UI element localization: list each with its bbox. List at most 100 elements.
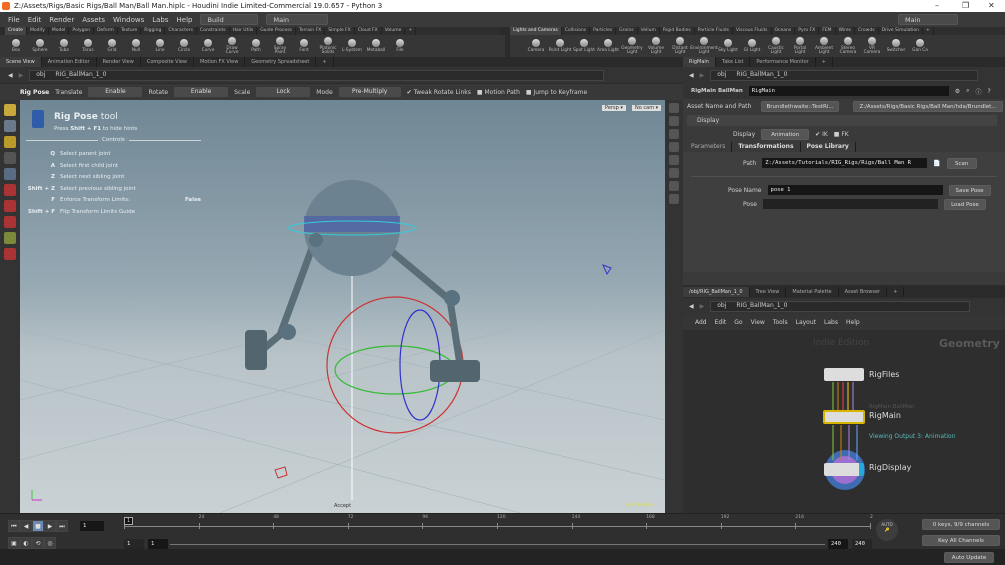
display-option-icon[interactable] bbox=[669, 116, 679, 126]
range-start-field[interactable]: 1 bbox=[124, 539, 144, 549]
menu-help[interactable]: Help bbox=[177, 16, 193, 24]
load-pose-button[interactable]: Load Pose bbox=[943, 198, 986, 210]
shelf-tab-modify[interactable]: Modify bbox=[27, 27, 49, 35]
scale-select[interactable]: Lock bbox=[256, 87, 311, 97]
shelf-tool-volume-light[interactable]: Volume Light bbox=[644, 36, 668, 56]
shelf-tool-tube[interactable]: Tube bbox=[52, 38, 76, 54]
shelf-tool-area-light[interactable]: Area Light bbox=[596, 38, 620, 54]
keys-channels-select[interactable]: 0 keys, 9/9 channels bbox=[922, 519, 1000, 530]
step-back-button[interactable]: ◀ bbox=[20, 520, 32, 532]
network-tab-plus[interactable]: + bbox=[887, 287, 905, 297]
shelf-tool-spray-paint[interactable]: Spray Paint bbox=[268, 36, 292, 56]
network-menu-item-go[interactable]: Go bbox=[734, 319, 742, 326]
network-menu-item-edit[interactable]: Edit bbox=[715, 319, 727, 326]
playback-end-field[interactable]: 240 bbox=[828, 539, 848, 549]
path-field[interactable]: obj RIG_BallMan_1_0 bbox=[710, 69, 979, 81]
forward-arrow-icon[interactable]: ▶ bbox=[19, 72, 24, 79]
lock-icon[interactable] bbox=[4, 168, 16, 180]
shelf-tool-circle[interactable]: Circle bbox=[172, 38, 196, 54]
shelf-tab-hair-utils[interactable]: Hair Utils bbox=[230, 27, 258, 35]
shelf-tool-spot-light[interactable]: Spot Light bbox=[572, 38, 596, 54]
back-arrow-icon[interactable]: ◀ bbox=[8, 72, 13, 79]
help-icon[interactable]: ? bbox=[988, 88, 991, 95]
range-slider[interactable] bbox=[170, 544, 825, 545]
shelf-tab-model[interactable]: Model bbox=[49, 27, 70, 35]
loop-icon[interactable]: ⟲ bbox=[32, 537, 44, 549]
close-button[interactable]: ✕ bbox=[988, 0, 995, 12]
menu-file[interactable]: File bbox=[8, 16, 20, 24]
shelf-tab-terrain-fx[interactable]: Terrain FX bbox=[296, 27, 326, 35]
network-tab-obj-rig-ballman-1-0[interactable]: /obj/RIG_BallMan_1_0 bbox=[683, 287, 750, 297]
shelf-tab-vellum[interactable]: Vellum bbox=[638, 27, 660, 35]
shelf-tab-texture[interactable]: Texture bbox=[118, 27, 142, 35]
shelf-tool-path[interactable]: Path bbox=[244, 38, 268, 54]
shelf-tool-grid[interactable]: Grid bbox=[100, 38, 124, 54]
shelf-tab-characters[interactable]: Characters bbox=[165, 27, 197, 35]
desktop-select[interactable]: Build bbox=[200, 14, 259, 25]
rotate-select[interactable]: Enable bbox=[174, 87, 229, 97]
shelf-tool-vr-camera[interactable]: VR Camera bbox=[860, 36, 884, 56]
network-menu-item-help[interactable]: Help bbox=[846, 319, 860, 326]
path-root[interactable]: obj bbox=[717, 70, 726, 80]
auto-update-select[interactable]: Auto Update bbox=[944, 552, 994, 563]
node-name-field[interactable]: RigMain bbox=[748, 86, 949, 96]
rotate-icon[interactable] bbox=[4, 200, 16, 212]
frame-indicator[interactable]: 1 bbox=[124, 517, 134, 525]
display-option-icon[interactable] bbox=[669, 103, 679, 113]
shelf-tab-wires[interactable]: Wires bbox=[836, 27, 856, 35]
shelf-tool-font[interactable]: Font bbox=[292, 38, 316, 54]
gear-icon[interactable]: ⚙ bbox=[955, 88, 960, 95]
network-tab-material-palette[interactable]: Material Palette bbox=[786, 287, 839, 297]
realtime-icon[interactable]: ▣ bbox=[8, 537, 20, 549]
fk-checkbox[interactable]: ■ FK bbox=[834, 131, 849, 138]
joint[interactable] bbox=[309, 233, 323, 247]
node-rigmain[interactable] bbox=[823, 410, 865, 424]
settings-icon[interactable]: ◎ bbox=[44, 537, 56, 549]
motion-path-checkbox[interactable]: ■ Motion Path bbox=[477, 89, 520, 96]
forward-arrow-icon[interactable]: ▶ bbox=[700, 303, 705, 310]
shelf-tab-grains[interactable]: Grains bbox=[616, 27, 638, 35]
tab-pose-library[interactable]: Pose Library bbox=[800, 142, 856, 152]
shelf-tab-plus[interactable]: + bbox=[923, 27, 934, 35]
pane-tab-geometry-spreadsheet[interactable]: Geometry Spreadsheet bbox=[245, 57, 317, 67]
shelf-tool-curve[interactable]: Curve bbox=[196, 38, 220, 54]
magnet-icon[interactable] bbox=[4, 248, 16, 260]
network-tab-tree-view[interactable]: Tree View bbox=[750, 287, 787, 297]
shelf-tab-rigid-bodies[interactable]: Rigid Bodies bbox=[660, 27, 695, 35]
shelf-tool-portal-light[interactable]: Portal Light bbox=[788, 36, 812, 56]
network-menu-item-add[interactable]: Add bbox=[695, 319, 707, 326]
display-select[interactable]: Animation bbox=[761, 128, 810, 140]
shelf-tab-cloud-fx[interactable]: Cloud FX bbox=[355, 27, 382, 35]
scan-button[interactable]: Scan bbox=[946, 157, 977, 169]
pane-tab-take-list[interactable]: Take List bbox=[716, 57, 751, 67]
translate-select[interactable]: Enable bbox=[88, 87, 143, 97]
shelf-tool-l-system[interactable]: L-System bbox=[340, 38, 364, 54]
shelf-tool-point-light[interactable]: Point Light bbox=[548, 38, 572, 54]
shelf-tool-gi-light[interactable]: GI Light bbox=[740, 38, 764, 54]
stop-button[interactable]: ■ bbox=[32, 520, 44, 532]
shelf-tool-switcher[interactable]: Switcher bbox=[884, 38, 908, 54]
display-option-icon[interactable] bbox=[669, 155, 679, 165]
shelf-tool-geometry-light[interactable]: Geometry Light bbox=[620, 36, 644, 56]
shelf-tool-ambient-light[interactable]: Ambient Light bbox=[812, 36, 836, 56]
shelf-tool-caustic-light[interactable]: Caustic Light bbox=[764, 36, 788, 56]
shelf-tab-simple-fx[interactable]: Simple FX bbox=[325, 27, 355, 35]
shelf-tab-particles[interactable]: Particles bbox=[590, 27, 617, 35]
pane-tab-scene-view[interactable]: Scene View bbox=[0, 57, 42, 67]
forward-arrow-icon[interactable]: ▶ bbox=[700, 72, 705, 79]
joint[interactable] bbox=[280, 324, 296, 340]
shelf-tool-file[interactable]: File bbox=[388, 38, 412, 54]
path-field[interactable]: obj RIG_BallMan_1_0 bbox=[29, 69, 605, 81]
view-icon[interactable] bbox=[4, 120, 16, 132]
display-option-icon[interactable] bbox=[669, 129, 679, 139]
path-root[interactable]: obj bbox=[717, 301, 726, 311]
file-browse-icon[interactable]: 📄 bbox=[933, 160, 940, 167]
scene-viewport[interactable]: Rig Pose tool Press Shift + F1 to hide h… bbox=[20, 100, 665, 513]
maximize-button[interactable]: ❐ bbox=[962, 0, 969, 12]
display-section[interactable]: Display bbox=[687, 115, 997, 126]
shelf-tool-sky-light[interactable]: Sky Light bbox=[716, 38, 740, 54]
asset-name-select[interactable]: Brundlethwaite::TestRi... bbox=[761, 100, 839, 112]
shelf-tab-create[interactable]: Create bbox=[5, 27, 27, 35]
shelf-tab-lights-and-cameras[interactable]: Lights and Cameras bbox=[510, 27, 562, 35]
select-icon[interactable] bbox=[4, 104, 16, 116]
